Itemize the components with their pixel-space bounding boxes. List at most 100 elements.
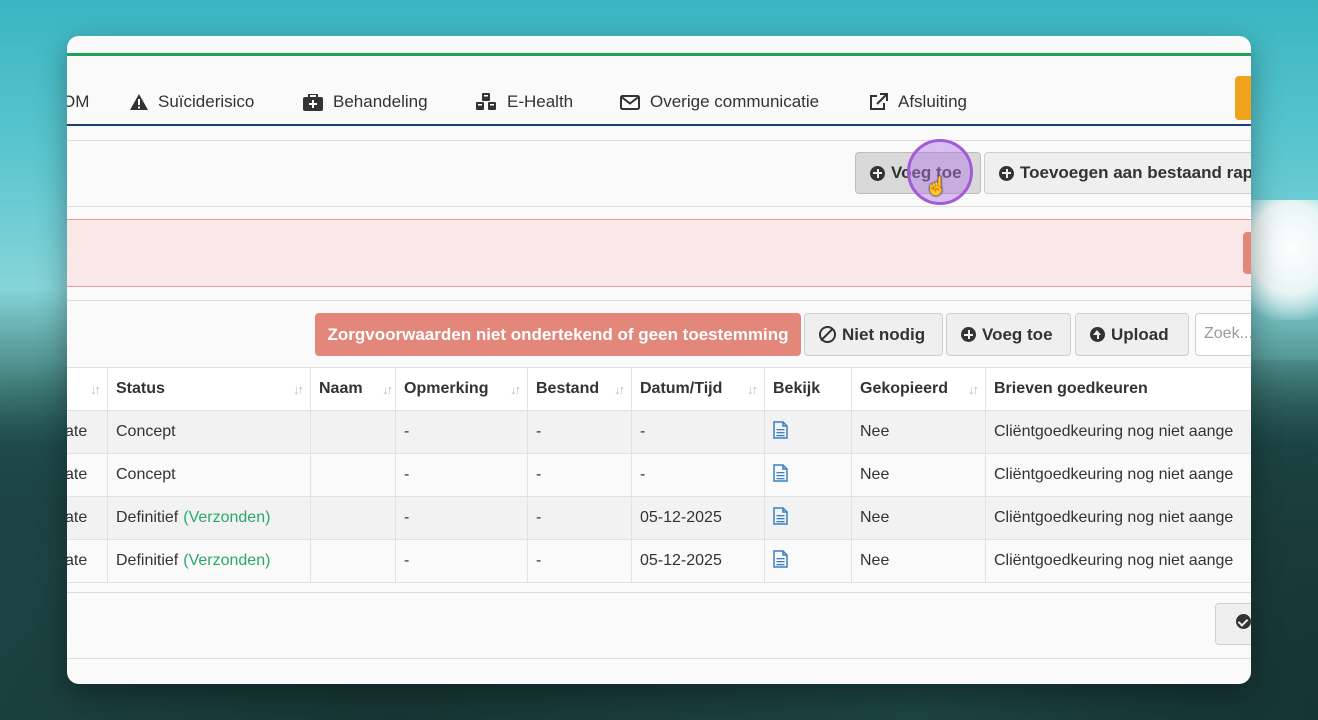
cell-opmerking: - (395, 411, 527, 453)
cell-col0: ate (67, 423, 88, 440)
cell-bestand: - (527, 497, 631, 539)
divider (67, 592, 1251, 593)
cell-datum: 05-12-2025 (631, 497, 764, 539)
upload-icon (1090, 327, 1105, 342)
orange-action-button[interactable] (1235, 76, 1251, 120)
column-header-opmerking[interactable]: Opmerking ↓↑ (395, 368, 527, 410)
nav-tabs: OM Suïciderisico Behandeling E-Health Ov… (67, 80, 1251, 124)
cell-opmerking: - (395, 454, 527, 496)
table-row: ate Concept - - - Nee Cliëntgoedkeuring … (67, 411, 1251, 454)
tab-ehealth[interactable]: E-Health (475, 92, 573, 112)
cell-brieven: Cliëntgoedkeuring nog niet aange (985, 454, 1251, 496)
cell-bestand: - (527, 540, 631, 582)
sort-icon: ↓↑ (382, 381, 393, 397)
column-header-status[interactable]: Status ↓↑ (107, 368, 310, 410)
plus-circle-icon (961, 327, 976, 342)
upload-label: Upload (1111, 324, 1169, 344)
cell-brieven: Cliëntgoedkeuring nog niet aange (985, 540, 1251, 582)
column-header[interactable]: ↓↑ (67, 368, 107, 410)
cell-status: Concept (107, 454, 310, 496)
voeg-toe-letter-button[interactable]: Voeg toe (946, 313, 1071, 356)
divider (67, 206, 1251, 207)
sort-icon: ↓↑ (293, 381, 304, 397)
search-placeholder: Zoek... (1204, 325, 1251, 342)
top-accent-bar (67, 53, 1251, 56)
cell-col0: ate (67, 466, 88, 483)
document-icon[interactable] (773, 549, 788, 573)
tab-suiciderisico[interactable]: Suïciderisico (130, 92, 254, 112)
cell-naam (310, 454, 395, 496)
tab-label: OM (67, 92, 90, 111)
cell-bekijk (764, 454, 851, 496)
tab-label: E-Health (507, 92, 574, 111)
alert-action-button[interactable] (1243, 232, 1251, 274)
column-header-bekijk[interactable]: Bekijk (764, 368, 851, 410)
sort-icon: ↓↑ (968, 381, 979, 397)
warning-button-label: Zorgvoorwaarden niet ondertekend of geen… (327, 324, 789, 344)
tab-label: Suïciderisico (158, 92, 255, 111)
divider (67, 300, 1251, 301)
sort-icon: ↓↑ (614, 381, 625, 397)
tab-label: Overige communicatie (650, 92, 820, 111)
tab-behandeling[interactable]: Behandeling (303, 92, 428, 112)
sort-icon: ↓↑ (510, 381, 521, 397)
cell-bestand: - (527, 454, 631, 496)
voeg-toe-label: Voeg toe (982, 324, 1053, 344)
column-header-naam[interactable]: Naam ↓↑ (310, 368, 395, 410)
cell-status: Definitief (Verzonden) (107, 497, 310, 539)
column-header-bestand[interactable]: Bestand ↓↑ (527, 368, 631, 410)
approve-button[interactable] (1215, 603, 1251, 645)
plus-circle-icon (870, 165, 885, 181)
tab-afsluiting[interactable]: Afsluiting (869, 92, 967, 112)
nav-underline (67, 124, 1251, 126)
warning-icon (130, 94, 148, 110)
cell-status: Definitief (Verzonden) (107, 540, 310, 582)
column-header-gekopieerd[interactable]: Gekopieerd ↓↑ (851, 368, 985, 410)
divider (67, 140, 1251, 141)
letters-table: ↓↑ Status ↓↑ Naam ↓↑ Opmerking ↓↑ Bestand ↓↑… (67, 367, 1251, 583)
document-icon[interactable] (773, 463, 788, 487)
cell-brieven: Cliëntgoedkeuring nog niet aange (985, 497, 1251, 539)
search-input[interactable]: Zoek... (1195, 313, 1251, 356)
cell-naam (310, 411, 395, 453)
cell-gekopieerd: Nee (851, 540, 985, 582)
cell-col0: ate (67, 552, 88, 569)
table-header: ↓↑ Status ↓↑ Naam ↓↑ Opmerking ↓↑ Bestand ↓↑… (67, 367, 1251, 411)
document-icon[interactable] (773, 420, 788, 444)
niet-nodig-label: Niet nodig (842, 324, 926, 344)
check-circle-icon (1236, 614, 1251, 629)
external-link-icon (869, 93, 888, 111)
cell-naam (310, 497, 395, 539)
toevoegen-bestaand-label: Toevoegen aan bestaand rap (1020, 163, 1251, 182)
ban-icon (819, 326, 836, 343)
cell-datum: - (631, 454, 764, 496)
cell-datum: 05-12-2025 (631, 540, 764, 582)
tab-om[interactable]: OM (67, 92, 89, 112)
cell-naam (310, 540, 395, 582)
sort-icon: ↓↑ (90, 381, 101, 397)
zorgvoorwaarden-warning-button[interactable]: Zorgvoorwaarden niet ondertekend of geen… (315, 313, 801, 356)
cell-gekopieerd: Nee (851, 454, 985, 496)
cubes-icon (475, 93, 497, 111)
upload-button[interactable]: Upload (1075, 313, 1189, 356)
tab-overige-communicatie[interactable]: Overige communicatie (620, 92, 819, 112)
table-row: ate Concept - - - Nee Cliëntgoedkeuring … (67, 454, 1251, 497)
tab-label: Afsluiting (898, 92, 967, 111)
cell-gekopieerd: Nee (851, 497, 985, 539)
cell-bekijk (764, 540, 851, 582)
sort-icon: ↓↑ (747, 381, 758, 397)
cell-bekijk (764, 411, 851, 453)
divider (67, 658, 1251, 659)
cell-opmerking: - (395, 540, 527, 582)
cell-bekijk (764, 497, 851, 539)
column-header-brieven[interactable]: Brieven goedkeuren (985, 368, 1251, 410)
column-header-datum[interactable]: Datum/Tijd ↓↑ (631, 368, 764, 410)
cell-bestand: - (527, 411, 631, 453)
toevoegen-bestaand-button[interactable]: Toevoegen aan bestaand rap (984, 152, 1251, 194)
document-icon[interactable] (773, 506, 788, 530)
cell-brieven: Cliëntgoedkeuring nog niet aange (985, 411, 1251, 453)
niet-nodig-button[interactable]: Niet nodig (804, 313, 943, 356)
hand-cursor-icon: ☝ (925, 176, 948, 196)
cell-col0: ate (67, 509, 88, 526)
table-row: ate Definitief (Verzonden) - - 05-12-2025… (67, 497, 1251, 540)
